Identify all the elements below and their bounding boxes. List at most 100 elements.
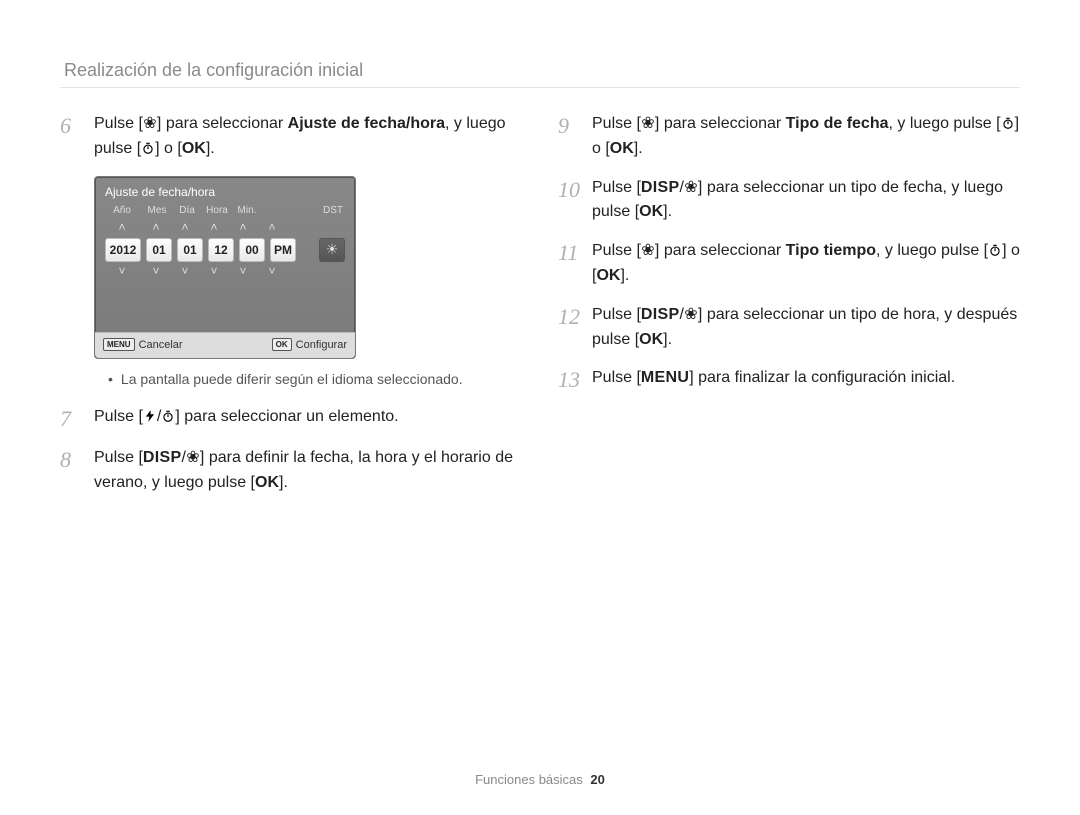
ok-icon: OK xyxy=(255,474,279,491)
menu-icon: MENU xyxy=(641,369,689,386)
macro-icon: ❀ xyxy=(684,176,698,201)
step-9: 9 Pulse [❀] para seleccionar Tipo de fec… xyxy=(558,112,1020,162)
word-pulse: Pulse xyxy=(592,242,632,259)
flash-icon xyxy=(143,405,157,430)
step-text: Pulse [DISP/❀] para seleccionar un tipo … xyxy=(592,176,1020,226)
ok-icon: OK xyxy=(182,140,206,157)
note: • La pantalla puede diferir según el idi… xyxy=(108,371,522,387)
timer-icon xyxy=(988,239,1002,264)
timer-icon xyxy=(161,405,175,430)
step-text: Pulse [❀] para seleccionar Ajuste de fec… xyxy=(94,112,522,162)
chevron-up-icon: ˄ xyxy=(202,220,226,234)
ok-icon: OK xyxy=(639,203,663,220)
menu-key-icon: MENU xyxy=(103,338,135,351)
macro-icon: ❀ xyxy=(641,239,655,264)
step-13: 13 Pulse [MENU] para finalizar la config… xyxy=(558,366,1020,394)
ok-key-icon: OK xyxy=(272,338,292,351)
timer-icon xyxy=(141,137,155,162)
screen-title: Ajuste de fecha/hora xyxy=(95,177,355,205)
step-text: Pulse [DISP/❀] para seleccionar un tipo … xyxy=(592,303,1020,353)
step-12: 12 Pulse [DISP/❀] para seleccionar un ti… xyxy=(558,303,1020,353)
step-number: 10 xyxy=(558,176,592,204)
spinner-down-row: ˅ ˅ ˅ ˅ ˅ ˅ xyxy=(95,264,355,282)
step-number: 6 xyxy=(60,112,94,140)
hdr-day: Día xyxy=(175,205,199,216)
step-text: Pulse [❀] para seleccionar Tipo de fecha… xyxy=(592,112,1020,162)
disp-icon: DISP xyxy=(641,306,680,323)
step-10: 10 Pulse [DISP/❀] para seleccionar un ti… xyxy=(558,176,1020,226)
spinner-value-row: 2012 01 01 12 00 PM ☀ xyxy=(95,238,355,264)
left-column: 6 Pulse [❀] para seleccionar Ajuste de f… xyxy=(60,112,522,510)
word-pulse: Pulse xyxy=(94,449,134,466)
footer-cancel: MENUCancelar xyxy=(103,339,183,352)
bold-term: Tipo de fecha xyxy=(786,115,889,132)
disp-icon: DISP xyxy=(143,449,182,466)
hdr-dst: DST xyxy=(321,205,345,216)
value-year: 2012 xyxy=(105,238,141,262)
step-number: 12 xyxy=(558,303,592,331)
chevron-up-icon: ˄ xyxy=(231,220,255,234)
content-columns: 6 Pulse [❀] para seleccionar Ajuste de f… xyxy=(60,112,1020,510)
step-8: 8 Pulse [DISP/❀] para definir la fecha, … xyxy=(60,446,522,496)
screen-column-headers: Año Mes Día Hora Min. DST xyxy=(95,205,355,220)
bold-term: Tipo tiempo xyxy=(786,242,876,259)
bold-term: Ajuste de fecha/hora xyxy=(288,115,445,132)
word-pulse: Pulse xyxy=(592,369,632,386)
step-text: Pulse [DISP/❀] para definir la fecha, la… xyxy=(94,446,522,496)
value-hour: 12 xyxy=(208,238,234,262)
value-min: 00 xyxy=(239,238,265,262)
footer-ok: OKConfigurar xyxy=(272,339,347,352)
step-11: 11 Pulse [❀] para seleccionar Tipo tiemp… xyxy=(558,239,1020,289)
step-6: 6 Pulse [❀] para seleccionar Ajuste de f… xyxy=(60,112,522,162)
header-rule xyxy=(60,87,1020,88)
step-number: 7 xyxy=(60,405,94,433)
note-text: La pantalla puede diferir según el idiom… xyxy=(121,371,463,387)
chevron-down-icon: ˅ xyxy=(231,264,255,278)
screen-footer: MENUCancelar OKConfigurar xyxy=(95,332,355,358)
footer-section: Funciones básicas xyxy=(475,772,583,787)
ok-icon: OK xyxy=(610,140,634,157)
spinner-up-row: ˄ ˄ ˄ ˄ ˄ ˄ xyxy=(95,220,355,238)
step-text: Pulse [❀] para seleccionar Tipo tiempo, … xyxy=(592,239,1020,289)
word-pulse: Pulse xyxy=(94,115,134,132)
hdr-min: Min. xyxy=(235,205,259,216)
macro-icon: ❀ xyxy=(143,112,157,137)
bullet-icon: • xyxy=(108,371,113,387)
value-month: 01 xyxy=(146,238,172,262)
sun-icon: ☀ xyxy=(319,238,345,262)
chevron-up-icon: ˄ xyxy=(173,220,197,234)
word-pulse: Pulse xyxy=(592,179,632,196)
hdr-year: Año xyxy=(105,205,139,216)
value-ampm: PM xyxy=(270,238,296,262)
step-number: 8 xyxy=(60,446,94,474)
chevron-down-icon: ˅ xyxy=(173,264,197,278)
timer-icon xyxy=(1001,112,1015,137)
footer-page: 20 xyxy=(590,772,604,787)
right-column: 9 Pulse [❀] para seleccionar Tipo de fec… xyxy=(558,112,1020,510)
chevron-down-icon: ˅ xyxy=(105,264,139,278)
ok-icon: OK xyxy=(596,267,620,284)
word-pulse: Pulse xyxy=(592,115,632,132)
value-day: 01 xyxy=(177,238,203,262)
chevron-down-icon: ˅ xyxy=(144,264,168,278)
chevron-up-icon: ˄ xyxy=(105,220,139,234)
disp-icon: DISP xyxy=(641,179,680,196)
chevron-up-icon: ˄ xyxy=(260,220,284,234)
chevron-up-icon: ˄ xyxy=(144,220,168,234)
macro-icon: ❀ xyxy=(186,446,200,471)
step-7: 7 Pulse [/] para seleccionar un elemento… xyxy=(60,405,522,433)
chevron-down-icon: ˅ xyxy=(260,264,284,278)
ok-icon: OK xyxy=(639,331,663,348)
hdr-month: Mes xyxy=(145,205,169,216)
word-pulse: Pulse xyxy=(592,306,632,323)
macro-icon: ❀ xyxy=(641,112,655,137)
step-text: Pulse [/] para seleccionar un elemento. xyxy=(94,405,522,430)
macro-icon: ❀ xyxy=(684,303,698,328)
step-number: 11 xyxy=(558,239,592,267)
word-pulse: Pulse xyxy=(94,408,134,425)
step-number: 9 xyxy=(558,112,592,140)
chevron-down-icon: ˅ xyxy=(202,264,226,278)
hdr-hour: Hora xyxy=(205,205,229,216)
step-text: Pulse [MENU] para finalizar la configura… xyxy=(592,366,1020,391)
manual-page: { "header": "Realización de la configura… xyxy=(0,0,1080,815)
